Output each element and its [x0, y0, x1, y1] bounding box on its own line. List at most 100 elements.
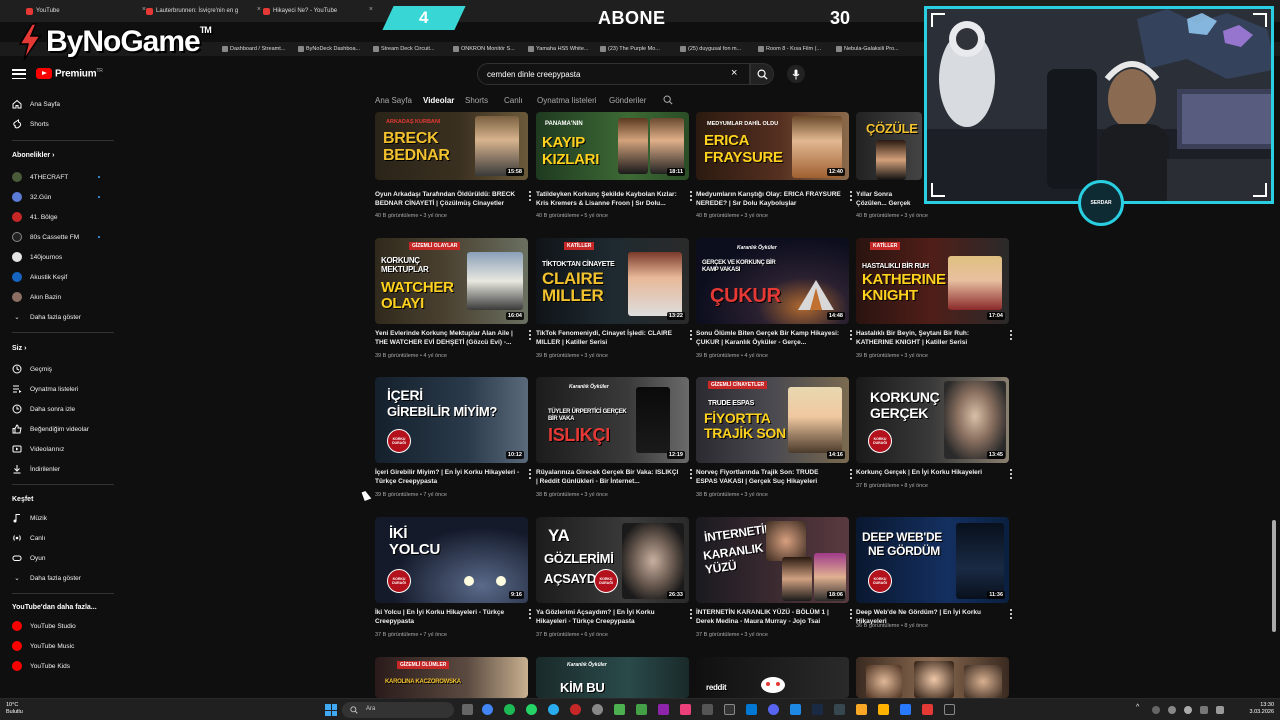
- sidebar-item-subscription[interactable]: 140journos: [12, 250, 118, 264]
- sidebar-item-subscription[interactable]: 80s Cassette FM: [12, 230, 118, 244]
- video-thumbnail[interactable]: GİZEMLİ CİNAYETLER TRUDE ESPAS FİYORTTA …: [696, 377, 849, 463]
- volume-icon[interactable]: [1216, 706, 1224, 714]
- video-title[interactable]: Yeni Evlerinde Korkunç Mektuplar Alan Ai…: [375, 329, 520, 347]
- tab-live[interactable]: Canlı: [504, 96, 523, 105]
- video-thumbnail[interactable]: ARKADAŞ KURBANI BRECK BEDNAR 15:58: [375, 112, 528, 180]
- video-thumbnail[interactable]: KATİLLER HASTALIKLI BİR RUH KATHERINE KN…: [856, 238, 1009, 324]
- sidebar-show-more[interactable]: ⌄ Daha fazla göster: [12, 310, 118, 324]
- bookmark[interactable]: ONKRON Monitör S...: [453, 46, 515, 52]
- network-icon[interactable]: [1200, 706, 1208, 714]
- sidebar-item-music[interactable]: Müzik: [12, 511, 118, 525]
- sidebar-item-gaming[interactable]: Oyun: [12, 551, 118, 565]
- video-thumbnail[interactable]: Karanlık Öyküler KİM BU: [536, 657, 689, 698]
- video-thumbnail[interactable]: Karanlık Öyküler GERÇEK VE KORKUNÇ BİR K…: [696, 238, 849, 324]
- more-options-icon[interactable]: [1010, 469, 1013, 479]
- video-title[interactable]: Norveç Fiyortlarında Trajik Son: TRUDE E…: [696, 468, 841, 486]
- bookmark[interactable]: Stream Deck Circuit...: [373, 46, 434, 52]
- app-icon[interactable]: [614, 704, 625, 715]
- video-thumbnail[interactable]: GİZEMLİ ÖLÜMLER KAROLINA KACZOROWSKA: [375, 657, 528, 698]
- video-thumbnail[interactable]: reddit: [696, 657, 849, 698]
- video-title[interactable]: İçeri Girebilir Miyim? | En İyi Korku Hi…: [375, 468, 520, 486]
- tab-posts[interactable]: Gönderiler: [609, 96, 646, 105]
- page-scrollbar[interactable]: [1272, 520, 1276, 632]
- browser-tab[interactable]: Lauterbrunnen: İsviçre'nin en g ×: [146, 4, 261, 18]
- sidebar-item-live[interactable]: Canlı: [12, 531, 118, 545]
- video-thumbnail[interactable]: ÇÖZÜLE: [856, 112, 922, 180]
- sidebar-item-subscription[interactable]: Akın Bazin: [12, 290, 118, 304]
- more-options-icon[interactable]: [850, 330, 853, 340]
- app-icon[interactable]: [944, 704, 955, 715]
- app-icon[interactable]: [746, 704, 757, 715]
- sidebar-show-more[interactable]: ⌄ Daha fazla göster: [12, 571, 118, 585]
- more-options-icon[interactable]: [529, 469, 532, 479]
- sidebar-item-subscription[interactable]: 4THECRAFT: [12, 170, 118, 184]
- tab-home[interactable]: Ana Sayfa: [375, 96, 412, 105]
- app-icon[interactable]: [592, 704, 603, 715]
- more-options-icon[interactable]: [529, 609, 532, 619]
- sidebar-item-shorts[interactable]: Shorts: [12, 117, 118, 131]
- close-icon[interactable]: ×: [731, 67, 737, 79]
- more-options-icon[interactable]: [850, 191, 853, 201]
- task-view-icon[interactable]: [462, 704, 473, 715]
- you-header[interactable]: Siz ›: [12, 345, 26, 352]
- video-thumbnail[interactable]: KATİLLER TİKTOK'TAN CİNAYETE CLAIRE MILL…: [536, 238, 689, 324]
- close-icon[interactable]: ×: [257, 6, 261, 13]
- telegram-icon[interactable]: [548, 704, 559, 715]
- video-thumbnail[interactable]: PANAMA'NIN KAYIP KIZLARI 18:11: [536, 112, 689, 180]
- bookmark[interactable]: (23) The Purple Mo...: [600, 46, 660, 52]
- video-thumbnail[interactable]: KORKUNÇ GERÇEK KORKU DURAĞI 13:45: [856, 377, 1009, 463]
- whatsapp-icon[interactable]: [526, 704, 537, 715]
- sidebar-item-history[interactable]: Geçmiş: [12, 362, 118, 376]
- video-thumbnail[interactable]: [856, 657, 1009, 698]
- tab-playlists[interactable]: Oynatma listeleri: [537, 96, 597, 105]
- bookmark[interactable]: Yamaha HS5 White...: [528, 46, 588, 52]
- app-icon[interactable]: [658, 704, 669, 715]
- more-options-icon[interactable]: [1010, 609, 1013, 619]
- video-title[interactable]: Korkunç Gerçek | En İyi Korku Hikayeleri: [856, 468, 1001, 477]
- video-title[interactable]: Medyumların Karıştığı Olay: ERICA FRAYSU…: [696, 190, 841, 208]
- more-options-icon[interactable]: [690, 469, 693, 479]
- video-title[interactable]: Hastalıklı Bir Beyin, Şeytani Bir Ruh: K…: [856, 329, 1001, 347]
- app-icon[interactable]: [636, 704, 647, 715]
- folder-icon[interactable]: [878, 704, 889, 715]
- video-thumbnail[interactable]: GİZEMLİ OLAYLAR KORKUNÇ MEKTUPLAR WATCHE…: [375, 238, 528, 324]
- video-thumbnail[interactable]: YA GÖZLERİMİ AÇSAYDIM KORKU DURAĞI 26:33: [536, 517, 689, 603]
- sidebar-item-home[interactable]: Ana Sayfa: [12, 97, 118, 111]
- video-title[interactable]: İki Yolcu | En İyi Korku Hikayeleri - Tü…: [375, 608, 520, 626]
- windows-start-icon[interactable]: [325, 704, 337, 716]
- channel-search-icon[interactable]: [663, 95, 673, 105]
- app-icon[interactable]: [702, 704, 713, 715]
- close-icon[interactable]: ×: [369, 6, 373, 13]
- app-icon[interactable]: [680, 704, 691, 715]
- voice-search-button[interactable]: [787, 65, 805, 83]
- video-title[interactable]: Yıllar Sonra Çözülen... Gerçek Suç Vakas…: [856, 190, 922, 208]
- steam-icon[interactable]: [812, 704, 823, 715]
- clock[interactable]: 13:30 3.03.2026: [1240, 702, 1274, 716]
- chevron-up-icon[interactable]: ^: [1136, 704, 1144, 715]
- discord-icon[interactable]: [768, 704, 779, 715]
- sidebar-item-watch-later[interactable]: Daha sonra izle: [12, 402, 118, 416]
- more-options-icon[interactable]: [529, 330, 532, 340]
- app-icon[interactable]: [834, 704, 845, 715]
- more-options-icon[interactable]: [690, 191, 693, 201]
- search-input[interactable]: cemden dinle creepypasta: [477, 63, 750, 85]
- more-options-icon[interactable]: [529, 191, 532, 201]
- video-thumbnail[interactable]: MEDYUMLAR DAHİL OLDU ERICA FRAYSURE 12:4…: [696, 112, 849, 180]
- video-thumbnail[interactable]: İKİ YOLCU KORKU DURAĞI 9:16: [375, 517, 528, 603]
- tab-shorts[interactable]: Shorts: [465, 96, 488, 105]
- app-icon[interactable]: [790, 704, 801, 715]
- video-thumbnail[interactable]: Karanlık Öyküler TÜYLER ÜRPERTİCİ GERÇEK…: [536, 377, 689, 463]
- video-title[interactable]: Tatildeyken Korkunç Şekilde Kaybolan Kız…: [536, 190, 681, 208]
- more-options-icon[interactable]: [690, 609, 693, 619]
- more-options-icon[interactable]: [690, 330, 693, 340]
- sidebar-item-subscription[interactable]: Akustik Keşif: [12, 270, 118, 284]
- video-title[interactable]: TikTok Fenomeniydi, Cinayet İşledi: CLAI…: [536, 329, 681, 347]
- sidebar-item-liked[interactable]: Beğendiğim videolar: [12, 422, 118, 436]
- bookmark[interactable]: Nebula-Galaksili Pro...: [836, 46, 899, 52]
- sidebar-item-downloads[interactable]: İndirilenler: [12, 462, 118, 476]
- app-icon[interactable]: [724, 704, 735, 715]
- sidebar-item-subscription[interactable]: 32.Gün: [12, 190, 118, 204]
- video-title[interactable]: Ya Gözlerimi Açsaydım? | En İyi Korku Hi…: [536, 608, 681, 626]
- bookmark[interactable]: Dashboard / Streamt...: [222, 46, 285, 52]
- bookmark[interactable]: (25) duygusal fon m...: [680, 46, 741, 52]
